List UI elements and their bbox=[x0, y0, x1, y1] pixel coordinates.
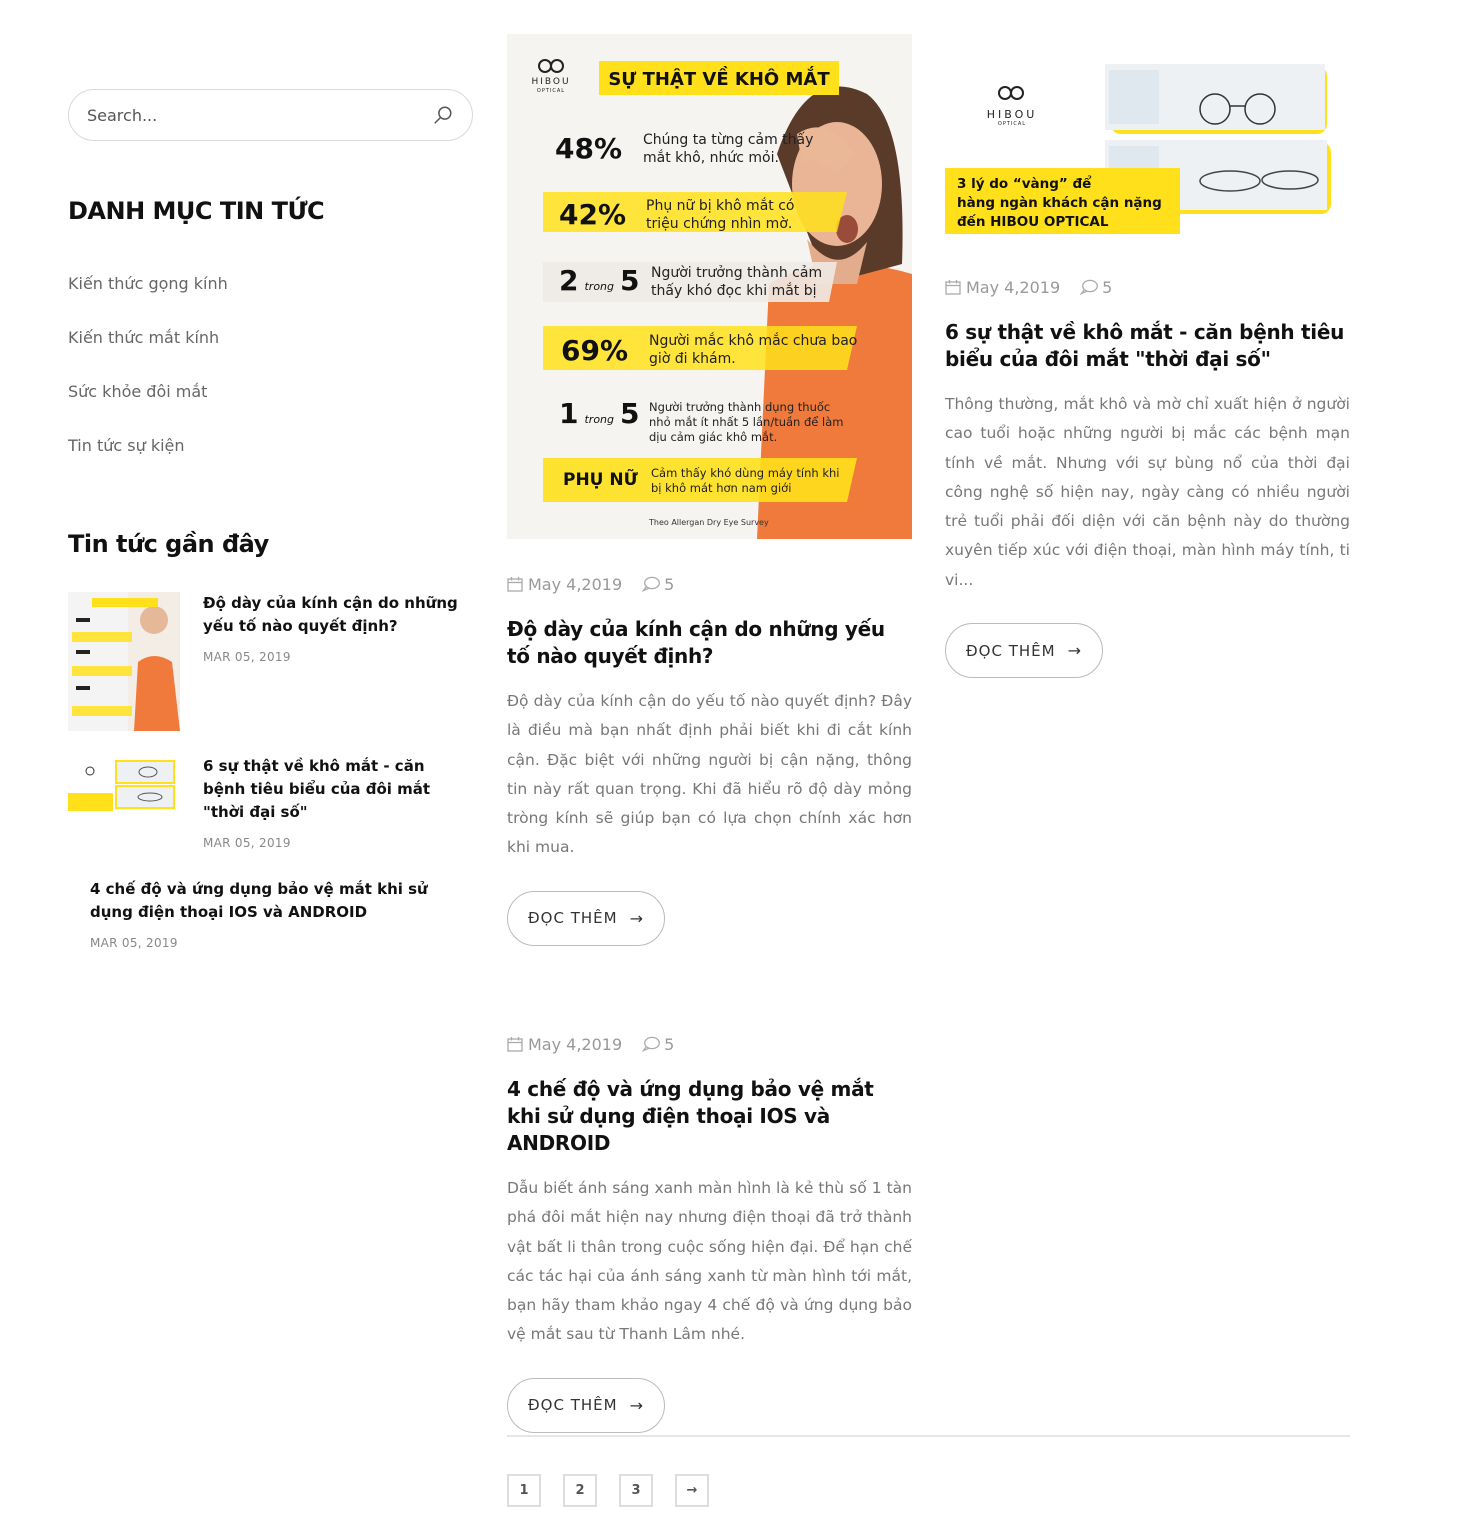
recent-post-date: MAR 05, 2019 bbox=[203, 836, 291, 850]
post-image[interactable]: HIBOU OPTICAL 3 lý do “vàng” để hàng ngà… bbox=[945, 64, 1350, 236]
category-item[interactable]: Kiến thức mắt kính bbox=[68, 324, 228, 378]
category-list: Kiến thức gọng kính Kiến thức mắt kính S… bbox=[68, 270, 228, 486]
post-meta: May 4,2019 5 bbox=[507, 1033, 912, 1055]
infographic-stat: 2 trong 5 bbox=[559, 264, 640, 297]
recent-post-title[interactable]: Độ dày của kính cận do những yếu tố nào … bbox=[203, 592, 463, 638]
post-date: May 4,2019 bbox=[528, 1034, 623, 1054]
post-title[interactable]: 4 chế độ và ứng dụng bảo vệ mắt khi sử d… bbox=[507, 1076, 912, 1157]
infographic-brand-sub: OPTICAL bbox=[536, 88, 566, 94]
blog-post: HIBOU OPTICAL 3 lý do “vàng” để hàng ngà… bbox=[945, 64, 1350, 679]
page-1-button[interactable]: 1 bbox=[507, 1474, 541, 1507]
infographic-stat: 1 trong 5 bbox=[559, 397, 640, 430]
recent-post-item[interactable]: Độ dày của kính cận do những yếu tố nào … bbox=[68, 592, 468, 732]
divider bbox=[507, 1435, 1350, 1437]
pagination: 1 2 3 → bbox=[507, 1474, 709, 1507]
search-box[interactable] bbox=[68, 89, 473, 141]
read-more-button[interactable]: ĐỌC THÊM → bbox=[507, 1377, 665, 1433]
infographic-text: Chúng ta từng cảm thấy mắt khô, nhức mỏi… bbox=[643, 132, 814, 166]
post-excerpt: Thông thường, mắt khô và mờ chỉ xuất hiệ… bbox=[945, 395, 1350, 589]
infographic-text: Người trưởng thành dụng thuốc nhỏ mắt ít… bbox=[649, 400, 844, 444]
read-more-button[interactable]: ĐỌC THÊM → bbox=[945, 623, 1103, 679]
read-more-label: ĐỌC THÊM bbox=[528, 1396, 618, 1415]
arrow-right-icon: → bbox=[1067, 641, 1082, 661]
infographic-source: Theo Allergan Dry Eye Survey bbox=[649, 518, 769, 527]
post-title[interactable]: Độ dày của kính cận do những yếu tố nào … bbox=[507, 616, 912, 670]
post-title[interactable]: 6 sự thật về khô mắt - căn bệnh tiêu biể… bbox=[945, 319, 1350, 373]
infographic-stat: 48% bbox=[555, 132, 623, 165]
recent-post-title[interactable]: 4 chế độ và ứng dụng bảo vệ mắt khi sử d… bbox=[90, 878, 460, 924]
blog-post: HIBOU OPTICAL SỰ THẬT VỀ KHÔ MẮT 48% Chú… bbox=[507, 34, 912, 946]
arrow-right-icon: → bbox=[629, 1395, 644, 1415]
recent-post-thumbnail[interactable] bbox=[68, 757, 180, 817]
post-meta: May 4,2019 5 bbox=[945, 276, 1350, 298]
page-3-button[interactable]: 3 bbox=[619, 1474, 653, 1507]
comment-count[interactable]: 5 bbox=[664, 575, 674, 594]
post-meta: May 4,2019 5 bbox=[507, 573, 912, 595]
infographic-text: Cảm thấy khó dùng máy tính khi bị khô má… bbox=[651, 466, 840, 495]
recent-post-item[interactable]: 6 sự thật về khô mắt - căn bệnh tiêu biể… bbox=[68, 755, 468, 855]
post-excerpt: Dẫu biết ánh sáng xanh màn hình là kẻ th… bbox=[507, 1179, 912, 1344]
search-icon[interactable] bbox=[432, 104, 454, 126]
calendar-icon bbox=[507, 1037, 523, 1052]
infographic-stat: 42% bbox=[559, 198, 627, 231]
next-page-button[interactable]: → bbox=[675, 1474, 709, 1507]
search-input[interactable] bbox=[87, 105, 432, 125]
page-2-button[interactable]: 2 bbox=[563, 1474, 597, 1507]
calendar-icon bbox=[507, 577, 523, 592]
infographic-text: Phụ nữ bị khô mắt có triệu chứng nhìn mờ… bbox=[646, 198, 795, 232]
comment-icon bbox=[1080, 279, 1099, 295]
promo-brand: HIBOU bbox=[986, 108, 1038, 121]
recent-post-title[interactable]: 6 sự thật về khô mắt - căn bệnh tiêu biể… bbox=[203, 755, 463, 824]
infographic-brand: HIBOU bbox=[531, 77, 571, 87]
category-item[interactable]: Kiến thức gọng kính bbox=[68, 270, 228, 324]
infographic-stat: 69% bbox=[561, 334, 629, 367]
recent-post-date: MAR 05, 2019 bbox=[90, 936, 178, 950]
post-excerpt: Độ dày của kính cận do yếu tố nào quyết … bbox=[507, 692, 912, 857]
post-image[interactable]: HIBOU OPTICAL SỰ THẬT VỀ KHÔ MẮT 48% Chú… bbox=[507, 34, 912, 539]
blog-post: May 4,2019 5 4 chế độ và ứng dụng bảo vệ… bbox=[507, 1033, 912, 1433]
read-more-label: ĐỌC THÊM bbox=[966, 641, 1056, 660]
categories-title: DANH MỤC TIN TỨC bbox=[68, 197, 325, 225]
infographic-heading: SỰ THẬT VỀ KHÔ MẮT bbox=[608, 69, 830, 90]
comment-count[interactable]: 5 bbox=[1102, 278, 1112, 297]
infographic-text: Người mắc khô mắc chưa bao giờ đi khám. bbox=[649, 333, 858, 367]
comment-icon bbox=[642, 576, 661, 592]
comment-icon bbox=[642, 1036, 661, 1052]
infographic-text: Người trưởng thành cảm thấy khó đọc khi … bbox=[651, 265, 823, 299]
arrow-right-icon: → bbox=[629, 908, 644, 928]
read-more-button[interactable]: ĐỌC THÊM → bbox=[507, 890, 665, 946]
recent-post-thumbnail[interactable] bbox=[68, 592, 180, 731]
recent-post-date: MAR 05, 2019 bbox=[203, 650, 291, 664]
promo-brand-sub: OPTICAL bbox=[997, 121, 1027, 127]
promo-caption: 3 lý do “vàng” để hàng ngàn khách cận nặ… bbox=[957, 176, 1162, 230]
infographic-stat: PHỤ NỮ bbox=[563, 470, 638, 490]
post-date: May 4,2019 bbox=[966, 277, 1061, 297]
category-item[interactable]: Sức khỏe đôi mắt bbox=[68, 378, 228, 432]
read-more-label: ĐỌC THÊM bbox=[528, 909, 618, 928]
category-item[interactable]: Tin tức sự kiện bbox=[68, 432, 228, 486]
calendar-icon bbox=[945, 280, 961, 295]
recent-posts-title: Tin tức gần đây bbox=[68, 530, 269, 558]
recent-post-item[interactable]: 4 chế độ và ứng dụng bảo vệ mắt khi sử d… bbox=[90, 878, 490, 958]
post-date: May 4,2019 bbox=[528, 574, 623, 594]
comment-count[interactable]: 5 bbox=[664, 1035, 674, 1054]
